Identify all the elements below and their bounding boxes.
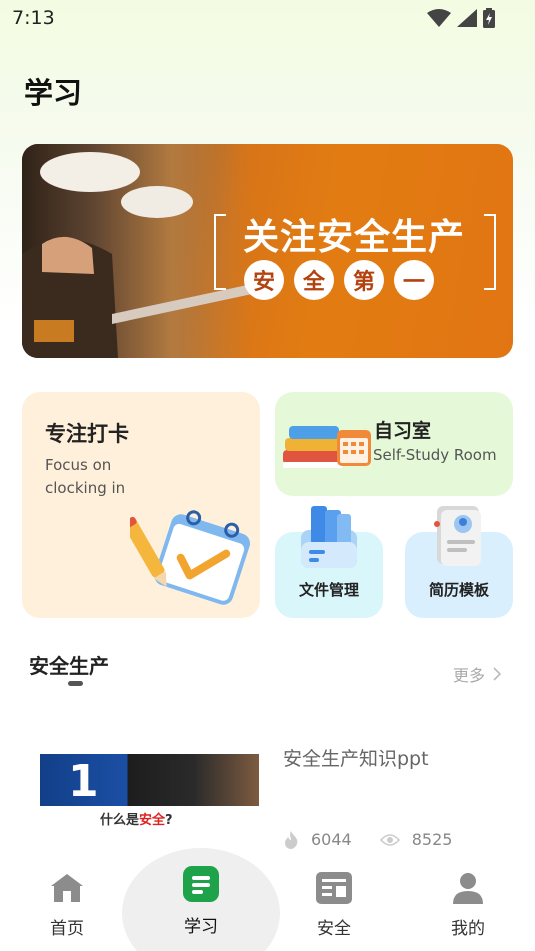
thumbnail-number: 1: [68, 756, 99, 807]
tab-study[interactable]: 学习: [156, 866, 246, 937]
tab-label: 我的: [451, 919, 485, 939]
safety-banner[interactable]: 关注安全生产 安 全 第 一: [22, 144, 513, 358]
status-time: 7:13: [12, 7, 55, 29]
more-label: 更多: [453, 666, 486, 685]
signal-icon: [457, 9, 477, 27]
focus-card-subtitle: Focus on clocking in: [45, 456, 126, 497]
tab-label: 首页: [50, 919, 84, 939]
likes-stat: 6044: [283, 830, 352, 849]
banner-title: 关注安全生产: [242, 217, 465, 258]
thumbnail-caption: 什么是安全?: [100, 813, 173, 828]
battery-icon: [483, 8, 495, 28]
books-calendar-icon: [283, 426, 371, 468]
likes-count: 6044: [311, 830, 352, 849]
resume-template-card[interactable]: 简历模板: [405, 506, 513, 618]
article-stats: 6044 8525: [283, 830, 452, 849]
more-link[interactable]: 更多: [453, 662, 502, 686]
chevron-right-icon: [493, 667, 502, 681]
article-title[interactable]: 安全生产知识ppt: [283, 744, 429, 771]
tab-safety[interactable]: 安全: [289, 872, 379, 939]
resume-template-label: 简历模板: [428, 581, 489, 599]
focus-clock-in-card[interactable]: 专注打卡 Focus on clocking in: [22, 392, 260, 618]
banner-circle: 全: [294, 260, 334, 300]
resume-document-icon: [434, 506, 481, 566]
study-room-title: 自习室: [374, 420, 432, 442]
file-management-label: 文件管理: [298, 581, 359, 599]
views-count: 8525: [411, 830, 453, 849]
profile-icon: [453, 873, 483, 904]
banner-slogan: 安 全 第 一: [244, 260, 434, 300]
banner-circle: 一: [394, 260, 434, 300]
focus-card-title: 专注打卡: [45, 422, 129, 446]
eye-icon: [379, 833, 400, 846]
file-management-card[interactable]: 文件管理: [275, 506, 383, 618]
calendar-pencil-icon: [130, 510, 250, 605]
safety-icon: [316, 872, 352, 904]
status-bar: 7:13: [0, 0, 535, 36]
section-title: 安全生产: [29, 654, 109, 678]
tab-label: 安全: [317, 919, 351, 939]
article-thumbnail[interactable]: 1 什么是安全?: [40, 754, 259, 848]
fire-icon: [285, 830, 298, 849]
banner-circle: 安: [244, 260, 284, 300]
banner-circle: 第: [344, 260, 384, 300]
study-icon: [183, 866, 219, 902]
views-stat: 8525: [379, 830, 453, 849]
study-room-subtitle: Self-Study Room: [373, 446, 497, 464]
self-study-room-card[interactable]: 自习室 Self-Study Room: [275, 392, 513, 496]
status-icons: [427, 8, 495, 28]
section-underline: [68, 681, 83, 686]
folder-files-icon: [301, 506, 357, 568]
tab-label: 学习: [184, 917, 218, 937]
tab-home[interactable]: 首页: [22, 872, 112, 939]
page-title: 学习: [24, 76, 83, 110]
home-icon: [51, 874, 83, 902]
wifi-icon: [427, 9, 451, 27]
tab-profile[interactable]: 我的: [423, 872, 513, 939]
